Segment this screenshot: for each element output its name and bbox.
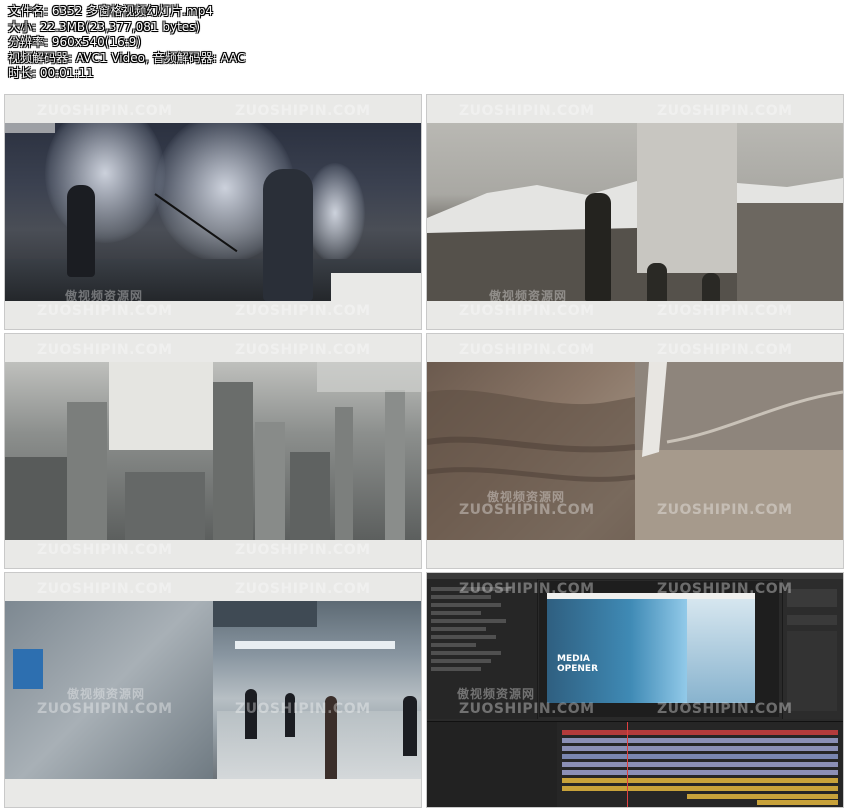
watermark-en: ZUOSHIPIN.COM xyxy=(37,342,173,358)
file-size: 大小: 22.3MB(23,377,081 bytes) xyxy=(8,19,201,34)
watermark-en: ZUOSHIPIN.COM xyxy=(459,342,595,358)
file-info: 文件名: 6352 多窗格视频幻灯片.mp4 大小: 22.3MB(23,377… xyxy=(8,4,245,82)
watermark-en: ZUOSHIPIN.COM xyxy=(459,303,595,319)
ae-composition-panel: MEDIA OPENER xyxy=(539,581,779,717)
ae-timeline-panel xyxy=(427,721,843,807)
watermark-en: ZUOSHIPIN.COM xyxy=(657,342,793,358)
ae-side-panel xyxy=(782,579,843,719)
watermark-en: ZUOSHIPIN.COM xyxy=(657,103,793,119)
fountain-scene xyxy=(5,123,421,301)
thumbnail-3[interactable]: ZUOSHIPIN.COM ZUOSHIPIN.COM ZUOSHIPIN.CO… xyxy=(5,334,421,568)
thumbnail-2[interactable]: ZUOSHIPIN.COM ZUOSHIPIN.COM 傲视频资源网 ZUOSH… xyxy=(427,95,843,329)
file-resolution: 分辨率: 960x540(16:9) xyxy=(8,35,142,49)
watermark-en: ZUOSHIPIN.COM xyxy=(235,542,371,558)
watermark-en: ZUOSHIPIN.COM xyxy=(235,342,371,358)
file-name: 文件名: 6352 多窗格视频幻灯片.mp4 xyxy=(8,4,213,18)
city-scene xyxy=(5,362,421,540)
mountain-scene xyxy=(427,123,843,301)
watermark-en: ZUOSHIPIN.COM xyxy=(235,303,371,319)
file-duration: 时长: 00:01:11 xyxy=(8,66,94,80)
watermark-en: ZUOSHIPIN.COM xyxy=(459,103,595,119)
thumbnail-4[interactable]: ZUOSHIPIN.COM ZUOSHIPIN.COM 傲视频资源网 ZUOSH… xyxy=(427,334,843,568)
watermark-en: ZUOSHIPIN.COM xyxy=(235,103,371,119)
ae-project-panel xyxy=(427,579,538,719)
thumbnail-5[interactable]: ZUOSHIPIN.COM ZUOSHIPIN.COM 傲视频资源网 ZUOSH… xyxy=(5,573,421,807)
watermark-en: ZUOSHIPIN.COM xyxy=(235,581,371,597)
watermark-en: ZUOSHIPIN.COM xyxy=(657,303,793,319)
watermark-en: ZUOSHIPIN.COM xyxy=(37,542,173,558)
watermark-en: ZUOSHIPIN.COM xyxy=(37,103,173,119)
after-effects-scene: MEDIA OPENER xyxy=(427,573,843,807)
media-opener-title: MEDIA OPENER xyxy=(557,654,598,674)
file-codec: 视频解码器: AVC1 Video, 音频解码器: AAC xyxy=(8,50,246,65)
thumbnail-6[interactable]: MEDIA OPENER ZUOSHIPIN.COM ZUOSHIPIN.COM… xyxy=(427,573,843,807)
media-title-line2: OPENER xyxy=(557,664,599,674)
ae-preview: MEDIA OPENER xyxy=(547,599,755,703)
watermark-en: ZUOSHIPIN.COM xyxy=(37,581,173,597)
subway-scene xyxy=(5,601,421,779)
watermark-en: ZUOSHIPIN.COM xyxy=(37,303,173,319)
media-title-line1: MEDIA xyxy=(557,654,590,664)
rock-scene xyxy=(427,362,843,540)
thumbnail-1[interactable]: ZUOSHIPIN.COM ZUOSHIPIN.COM 傲视频资源网 ZUOSH… xyxy=(5,95,421,329)
